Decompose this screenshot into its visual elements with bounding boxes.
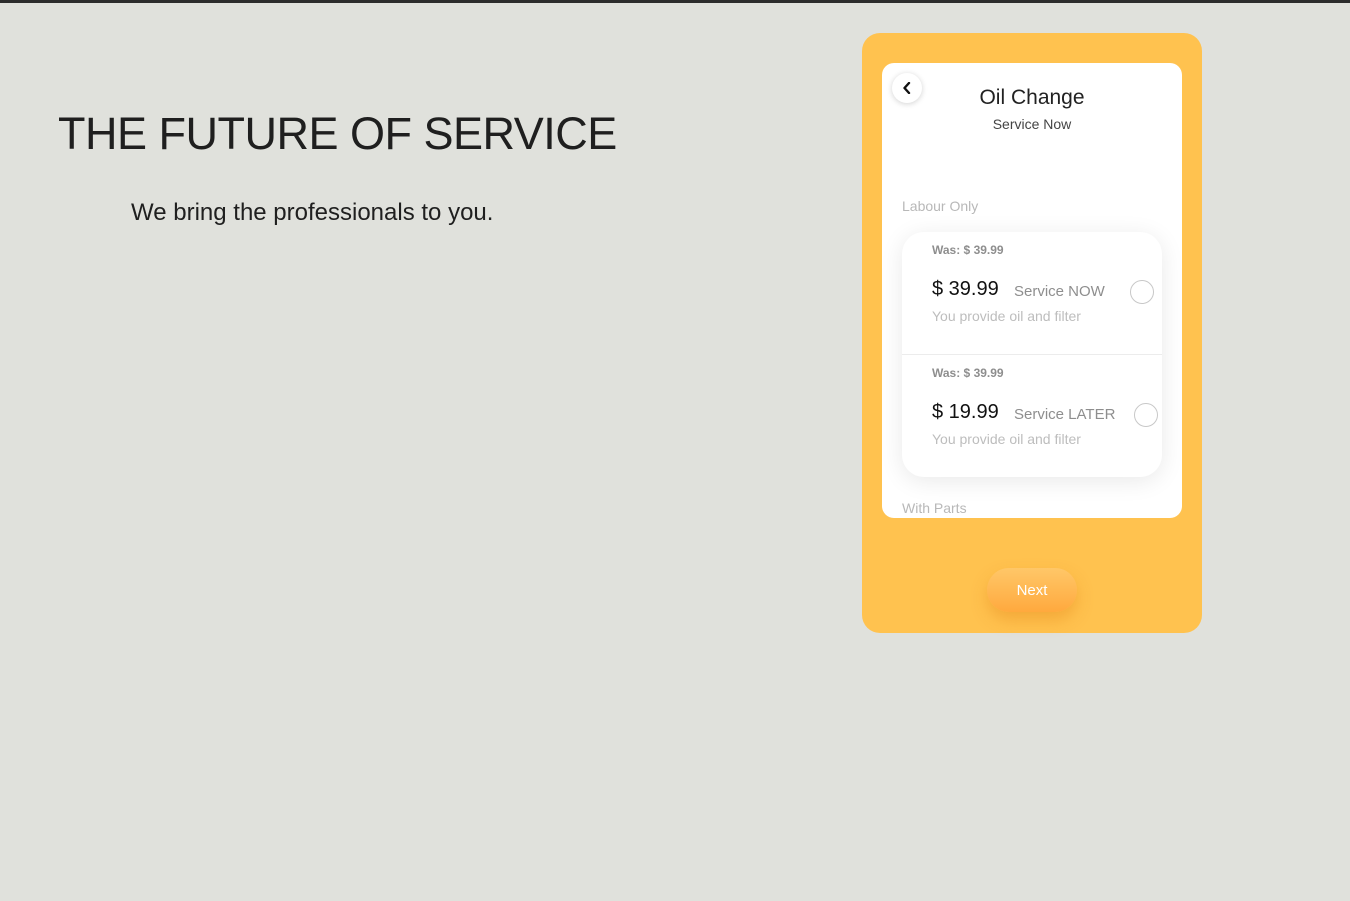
hero-title: THE FUTURE OF SERVICE — [58, 108, 617, 159]
option-note: You provide oil and filter — [932, 308, 1081, 324]
pricing-options-card: Was: $ 39.99 $ 39.99 Service NOW You pro… — [902, 232, 1162, 477]
radio-service-now[interactable] — [1130, 280, 1154, 304]
price: $ 19.99 — [932, 401, 999, 423]
option-note: You provide oil and filter — [932, 431, 1081, 447]
hero-subtitle: We bring the professionals to you. — [131, 199, 494, 226]
was-price: Was: $ 39.99 — [932, 366, 1004, 380]
next-button[interactable]: Next — [987, 568, 1077, 612]
top-border — [0, 0, 1350, 3]
service-type: Service NOW — [1014, 283, 1105, 300]
phone-mockup: Oil Change Service Now Labour Only Was: … — [862, 33, 1202, 633]
option-service-now[interactable]: Was: $ 39.99 $ 39.99 Service NOW You pro… — [902, 232, 1162, 354]
screen-title: Oil Change — [979, 86, 1085, 109]
service-type: Service LATER — [1014, 406, 1116, 423]
radio-service-later[interactable] — [1134, 403, 1158, 427]
price: $ 39.99 — [932, 278, 999, 300]
app-screen: Oil Change Service Now Labour Only Was: … — [882, 63, 1182, 518]
was-price: Was: $ 39.99 — [932, 243, 1004, 257]
option-service-later[interactable]: Was: $ 39.99 $ 19.99 Service LATER You p… — [902, 355, 1162, 477]
section-label-with-parts: With Parts — [902, 500, 967, 516]
screen-subtitle: Service Now — [992, 116, 1072, 132]
section-label-labour-only: Labour Only — [902, 198, 979, 214]
